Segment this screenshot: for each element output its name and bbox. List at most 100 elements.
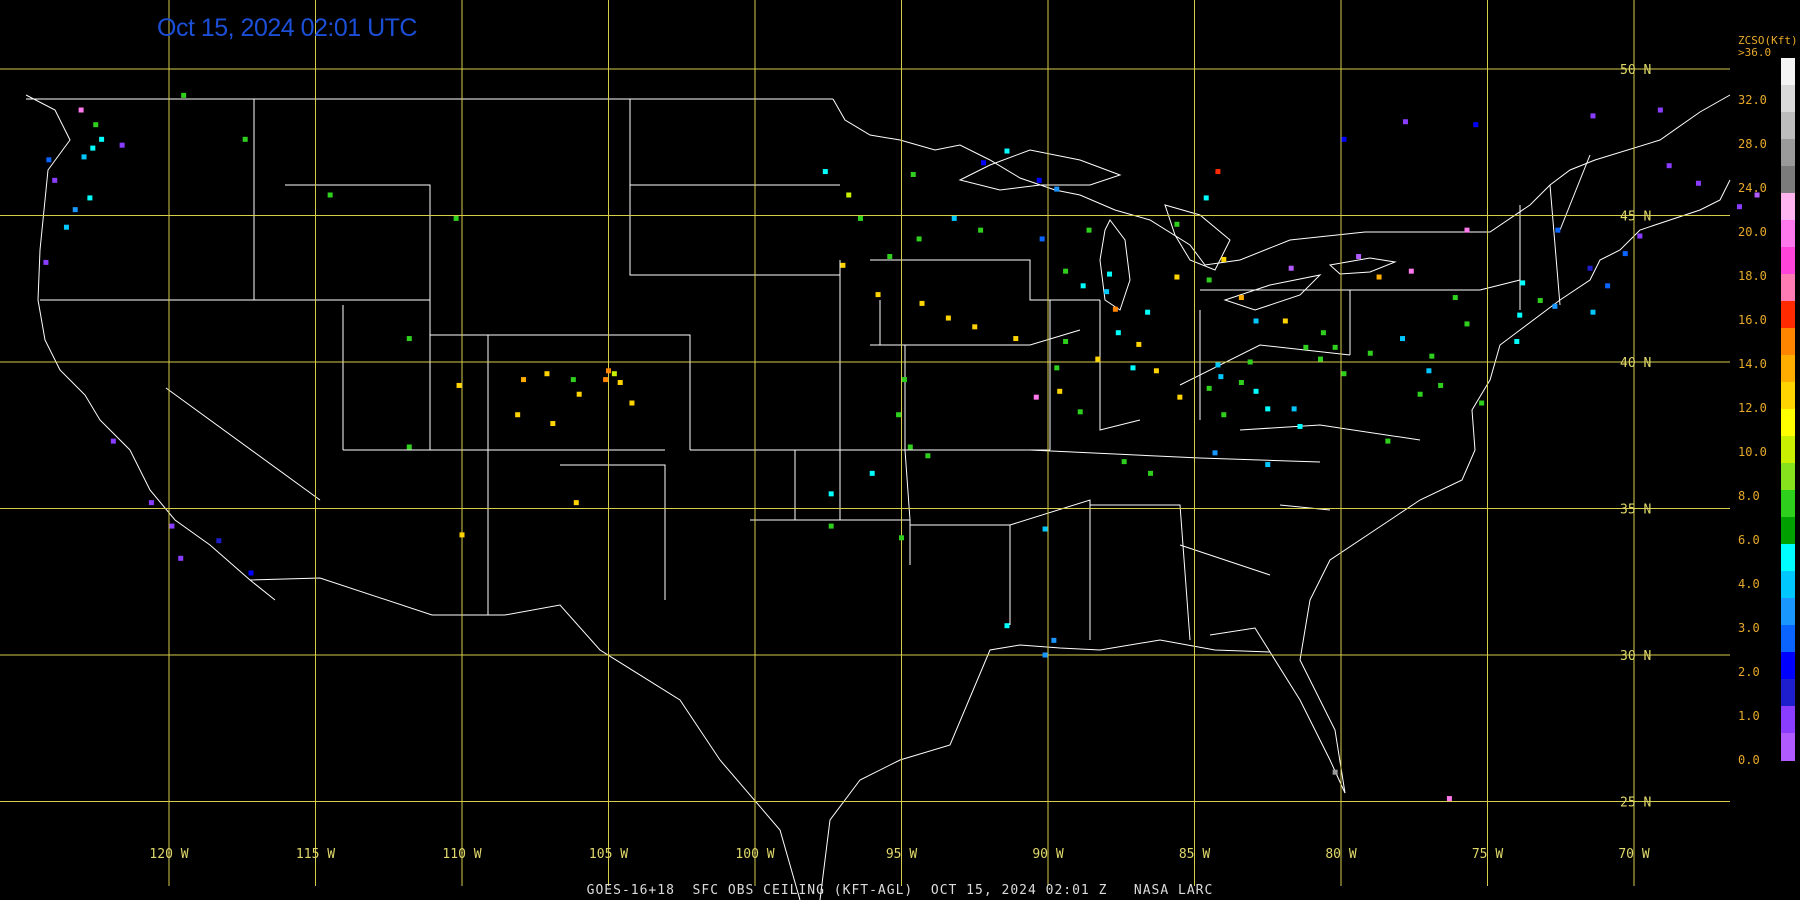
colorbar-tick-label: 24.0 [1738,181,1767,195]
station-marker [119,142,125,148]
station-marker [1520,280,1526,286]
colorbar-segment [1781,598,1795,626]
station-marker [52,177,58,183]
colorbar-tick-label: 1.0 [1738,709,1760,723]
station-marker [869,470,875,476]
station-marker [1341,371,1347,377]
station-marker [1130,365,1136,371]
station-marker [916,236,922,242]
colorbar-segment [1781,58,1795,86]
station-marker [840,262,846,268]
station-marker [1057,388,1063,394]
station-marker [611,371,617,377]
station-marker [1145,309,1151,315]
station-marker [1282,318,1288,324]
station-marker [242,136,248,142]
station-marker [1221,256,1227,262]
colorbar-segment [1781,220,1795,248]
station-marker [1332,769,1338,775]
station-marker [1385,438,1391,444]
latitude-label: 35 N [1620,503,1651,518]
station-marker [169,523,175,529]
station-marker [910,171,916,177]
station-marker [1429,353,1435,359]
colorbar-segment [1781,679,1795,707]
station-marker [1112,306,1118,312]
station-marker [1464,321,1470,327]
station-marker [1657,107,1663,113]
station-marker [1013,336,1019,342]
station-marker [1736,204,1742,210]
colorbar-tick-label: 20.0 [1738,225,1767,239]
colorbar-segment [1781,463,1795,491]
colorbar-segment [1781,112,1795,140]
longitude-label: 100 W [735,847,774,862]
station-marker [907,444,913,450]
station-marker [1332,344,1338,350]
station-marker [606,368,611,374]
colorbar-segment [1781,544,1795,572]
station-marker [1376,274,1382,280]
station-marker [1148,470,1154,476]
station-marker [1320,330,1326,336]
colorbar-segment [1781,706,1795,734]
station-marker [1446,796,1452,802]
station-marker [1253,388,1259,394]
colorbar-segment [1781,301,1795,329]
station-marker [1086,227,1092,233]
station-marker [828,491,834,497]
colorbar-tick-label: 3.0 [1738,621,1760,635]
station-marker [919,300,925,306]
latitude-label: 30 N [1620,649,1651,664]
colorbar-segment [1781,247,1795,275]
colorbar-legend [1781,58,1795,761]
station-marker [81,154,87,160]
station-marker [1464,227,1470,233]
station-marker [822,169,828,175]
station-marker [178,555,184,561]
station-marker [99,136,105,142]
colorbar-segment [1781,193,1795,221]
colorbar-tick-label: 6.0 [1738,533,1760,547]
station-marker [896,412,902,418]
station-marker [1537,297,1543,303]
timestamp-title: Oct 15, 2024 02:01 UTC [157,14,417,42]
colorbar-segment [1781,139,1795,167]
longitude-label: 120 W [149,847,188,862]
station-marker [1408,268,1414,274]
colorbar-tick-label: 32.0 [1738,93,1767,107]
station-marker [1206,385,1212,391]
station-marker [887,254,893,260]
station-marker [1212,450,1218,456]
station-marker [521,377,527,383]
station-marker [1042,652,1048,658]
station-marker [1473,122,1479,128]
longitude-label: 75 W [1472,847,1503,862]
station-marker [1104,289,1110,295]
colorbar-segment [1781,436,1795,464]
station-marker [248,570,254,576]
station-marker [1402,119,1408,125]
station-marker [972,324,978,330]
station-marker [1153,368,1159,374]
station-marker [148,500,154,506]
station-marker [90,145,96,151]
station-marker [1215,362,1221,368]
colorbar-tick-label: 10.0 [1738,445,1767,459]
station-marker [1107,271,1113,277]
colorbar-tick-label: 12.0 [1738,401,1767,415]
station-marker [1036,177,1042,183]
colorbar-tick-label: 18.0 [1738,269,1767,283]
station-marker [544,371,550,377]
surface-ceiling-map: 120 W 115 W 110 W 105 W 100 W 95 W 90 W 85 W 80 … [0,0,1800,900]
station-marker [327,192,333,198]
station-marker [1033,394,1039,400]
station-marker [1637,233,1643,239]
station-marker [1317,356,1323,362]
colorbar-title: ZCSO(Kft) >36.0 [1738,35,1798,59]
longitude-label: 115 W [296,847,335,862]
station-marker [515,412,521,418]
colorbar-segment [1781,490,1795,518]
colorbar-segment [1781,409,1795,437]
station-marker [901,377,907,383]
